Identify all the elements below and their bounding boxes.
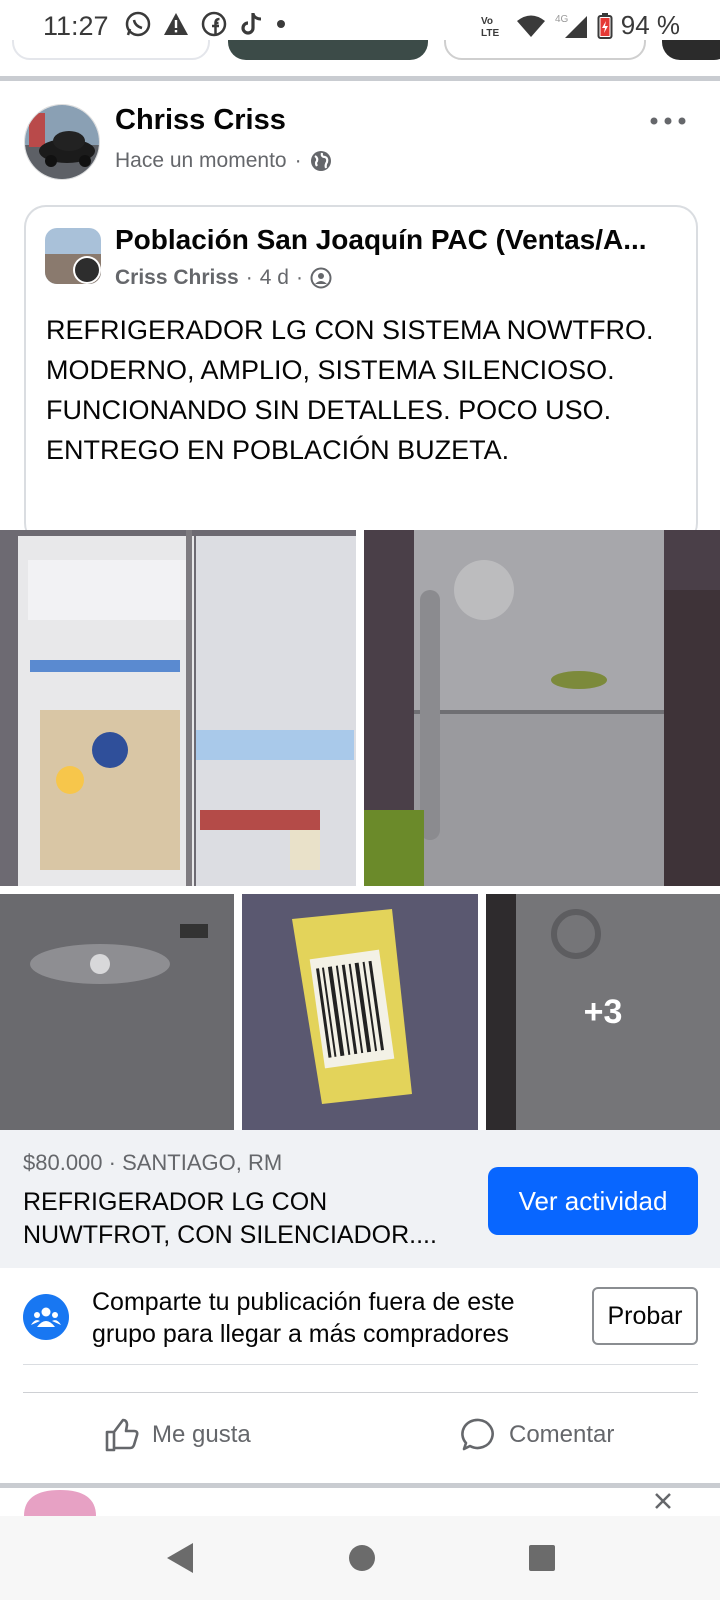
- svg-text:4G: 4G: [555, 14, 569, 25]
- more-photos-count[interactable]: +3: [486, 894, 720, 1130]
- divider: [23, 1364, 698, 1365]
- listing-title-line-1: REFRIGERADOR LG CON: [23, 1188, 328, 1216]
- back-icon[interactable]: [163, 1540, 197, 1576]
- more-icon: [650, 117, 686, 125]
- view-activity-button[interactable]: Ver actividad: [488, 1167, 698, 1235]
- post-time: Hace un momento: [115, 149, 287, 172]
- battery-level: 94 %: [620, 10, 680, 40]
- share-prompt-text: Comparte tu publicación fuera de este gr…: [92, 1288, 515, 1348]
- group-share-icon: [23, 1294, 69, 1340]
- group-post-meta: Criss Chriss · 4 d ·: [115, 266, 332, 290]
- author-name[interactable]: Chriss Criss: [115, 104, 286, 137]
- story-card[interactable]: [12, 40, 210, 60]
- post-text: REFRIGERADOR LG CON SISTEMA NOWTFRO. MOD…: [46, 315, 654, 465]
- stories-strip[interactable]: [0, 40, 720, 64]
- author-avatar[interactable]: [24, 104, 100, 180]
- group-avatar[interactable]: [45, 228, 101, 284]
- like-label: Me gusta: [152, 1421, 251, 1448]
- tiktok-icon: [241, 13, 262, 35]
- notification-icons: [124, 10, 286, 38]
- listing-title-line-2: NUWTFROT, CON SILENCIADOR....: [23, 1221, 437, 1249]
- comment-button[interactable]: Comentar: [461, 1410, 614, 1460]
- listing-price-location: $80.000 · SANTIAGO, RM: [23, 1150, 283, 1175]
- like-button[interactable]: Me gusta: [104, 1410, 251, 1460]
- group-privacy-icon: [310, 267, 332, 289]
- thumbs-up-icon: [105, 1418, 139, 1452]
- photo-2[interactable]: [364, 530, 720, 886]
- story-card[interactable]: [662, 40, 720, 60]
- facebook-icon: [201, 11, 227, 37]
- photo-1[interactable]: [0, 530, 356, 886]
- group-poster-name[interactable]: Criss Chriss: [115, 266, 239, 290]
- photo-3[interactable]: [0, 894, 234, 1130]
- more-options-button[interactable]: [646, 104, 690, 138]
- volte-icon: VoLTE: [481, 16, 499, 39]
- globe-icon: [310, 151, 331, 171]
- warning-icon: [164, 13, 188, 35]
- photo-5-more[interactable]: +3: [486, 894, 720, 1130]
- system-navigation-bar: [0, 1516, 720, 1600]
- group-post-age: 4 d: [259, 266, 289, 289]
- next-post-peek[interactable]: [0, 1488, 720, 1516]
- whatsapp-icon: [125, 11, 151, 37]
- feed-divider: [0, 76, 720, 81]
- dot-icon: [277, 20, 285, 28]
- photo-4[interactable]: [242, 894, 478, 1130]
- home-icon[interactable]: [347, 1543, 377, 1573]
- svg-text:Vo: Vo: [481, 16, 493, 27]
- group-name[interactable]: Población San Joaquín PAC (Ventas/A...: [115, 224, 675, 256]
- post-meta: Hace un momento ·: [115, 149, 332, 173]
- comment-label: Comentar: [509, 1421, 615, 1448]
- status-time: 11:27: [43, 11, 109, 41]
- meta-separator: ·: [294, 149, 302, 172]
- recents-icon[interactable]: [527, 1543, 557, 1573]
- comment-icon: [461, 1418, 494, 1451]
- listing-title[interactable]: REFRIGERADOR LG CON NUWTFROT, CON SILENC…: [23, 1186, 463, 1252]
- try-button[interactable]: Probar: [592, 1287, 698, 1345]
- divider: [23, 1392, 698, 1393]
- story-card[interactable]: [228, 40, 428, 60]
- meta-separator: ·: [245, 266, 253, 289]
- wifi-icon: [516, 15, 545, 37]
- story-card[interactable]: [444, 40, 646, 60]
- svg-text:LTE: LTE: [481, 28, 499, 39]
- system-icons: Vo LTE 4G 94 %: [479, 10, 680, 41]
- 4g-signal-icon: 4G: [555, 14, 587, 38]
- meta-separator: ·: [295, 266, 303, 289]
- battery-icon: [597, 12, 613, 39]
